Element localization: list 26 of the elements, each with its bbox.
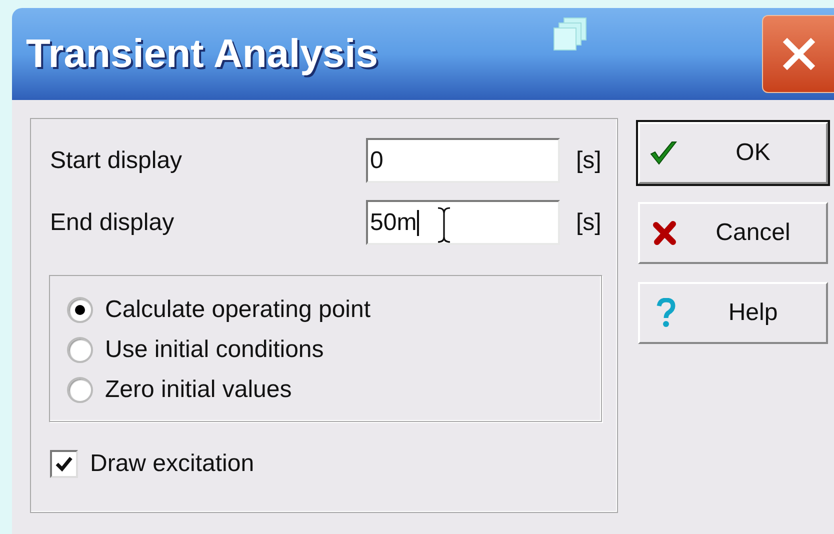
- field-label: End display: [50, 208, 176, 238]
- radio-button[interactable]: [67, 337, 93, 363]
- checkbox-label: Draw excitation: [90, 449, 254, 479]
- question-mark-icon: [656, 298, 676, 328]
- radio-button[interactable]: [67, 377, 93, 403]
- help-button[interactable]: Help: [638, 282, 828, 344]
- cancel-button[interactable]: Cancel: [638, 202, 828, 264]
- unit-label: [s]: [576, 146, 602, 176]
- option-label: Use initial conditions: [105, 335, 324, 365]
- window-title: Transient Analysis: [26, 31, 378, 78]
- cross-icon: [652, 220, 678, 246]
- restore-icon: [552, 16, 588, 52]
- text-cursor: [416, 210, 419, 236]
- field-label: Start display: [50, 146, 184, 176]
- input-field[interactable]: 0: [366, 138, 560, 183]
- i-beam-cursor-icon: [436, 206, 452, 244]
- option-label: Calculate operating point: [105, 295, 371, 325]
- option-label: Zero initial values: [105, 375, 292, 405]
- input-field[interactable]: 50m: [366, 200, 560, 245]
- unit-label: [s]: [576, 208, 602, 238]
- ok-button[interactable]: OK: [638, 122, 828, 184]
- checkbox[interactable]: [50, 450, 78, 478]
- radio-button[interactable]: [67, 297, 93, 323]
- close-icon: [781, 36, 817, 72]
- close-button[interactable]: [762, 15, 834, 93]
- checkmark-icon: [55, 455, 73, 473]
